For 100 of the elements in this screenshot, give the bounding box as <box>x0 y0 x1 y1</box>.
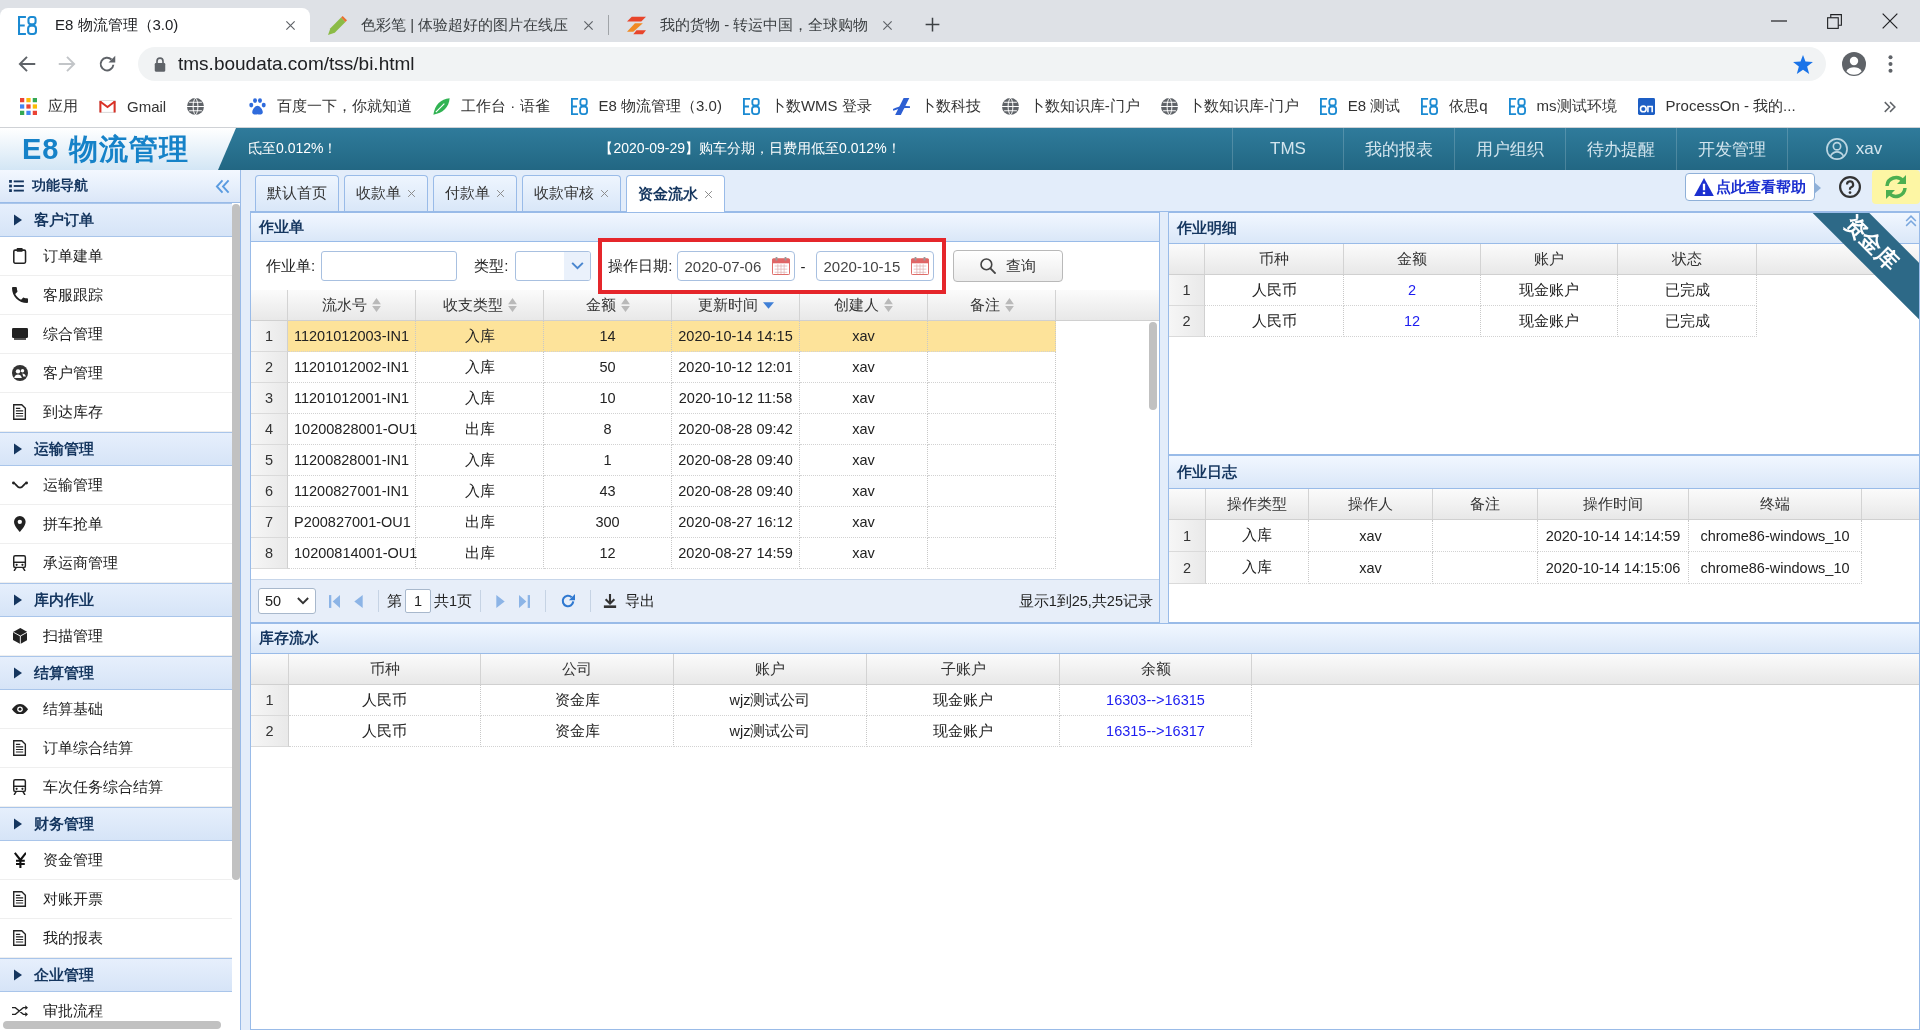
nav-item[interactable]: 对账开票 <box>0 880 232 919</box>
nav-link[interactable]: 用户组织 <box>1454 128 1565 170</box>
bookmark[interactable]: Gmail <box>91 92 175 121</box>
table-row[interactable]: 5 11200828001-IN1 入库 1 2020-08-28 09:40 xav <box>251 445 1056 476</box>
star-icon[interactable] <box>1793 54 1813 74</box>
last-page-icon[interactable] <box>519 594 531 608</box>
plus-icon[interactable] <box>925 17 940 32</box>
nav-group[interactable]: 运输管理 <box>0 432 232 466</box>
more-icon[interactable] <box>1888 55 1893 73</box>
nav-item[interactable]: 综合管理 <box>0 315 232 354</box>
nav-link[interactable]: 待办提醒 <box>1565 128 1676 170</box>
restore-icon[interactable] <box>1827 13 1842 29</box>
nav-group[interactable]: 客户订单 <box>0 203 232 237</box>
column-header[interactable]: 收支类型 <box>416 290 544 320</box>
chevrons-right-icon[interactable] <box>1884 100 1896 113</box>
column-header: 操作人 <box>1309 489 1433 519</box>
table-row[interactable]: 2 11201012002-IN1 入库 50 2020-10-12 12:01 xav <box>251 352 1056 383</box>
nav-group[interactable]: 库内作业 <box>0 583 232 617</box>
users-icon <box>12 365 28 381</box>
workspace-tab[interactable]: 默认首页 <box>255 175 339 211</box>
collapse-icon[interactable] <box>215 178 230 194</box>
slanted-bars-icon <box>627 15 646 35</box>
workspace-tab[interactable]: 收款审核 <box>522 175 621 211</box>
bookmark[interactable]: E8 测试 <box>1311 92 1409 121</box>
table-cell: 12 <box>1344 306 1481 337</box>
table-cell: 人民币 <box>289 716 481 747</box>
nav-link[interactable]: TMS <box>1232 128 1343 170</box>
scrollbar-thumb[interactable] <box>3 1021 221 1029</box>
calendar-icon[interactable] <box>771 257 790 275</box>
reload-icon[interactable] <box>98 55 116 73</box>
browser-tab[interactable]: 我的货物 - 转运中国，全球购物 <box>609 8 907 42</box>
column-header: 操作类型 <box>1206 489 1309 519</box>
bookmark[interactable]: 卜数知识库-门户 <box>993 92 1148 121</box>
scrollbar-thumb[interactable] <box>232 204 240 880</box>
workspace-tab[interactable]: 资金流水 <box>626 175 725 212</box>
column-header: 子账户 <box>867 654 1060 684</box>
collapse-icon[interactable] <box>1905 215 1917 227</box>
table-cell: chrome86-windows_10 <box>1689 552 1862 584</box>
bookmark[interactable]: 卜数知识库-门户 <box>1152 92 1307 121</box>
workspace-tab[interactable]: 付款单 <box>433 175 517 211</box>
nav-item[interactable]: 客户管理 <box>0 354 232 393</box>
export-button[interactable]: 导出 <box>603 591 656 611</box>
back-icon[interactable] <box>18 55 36 73</box>
table-row[interactable]: 1 11201012003-IN1 入库 14 2020-10-14 14:15 xav <box>251 321 1056 352</box>
close-icon[interactable] <box>285 19 296 31</box>
page-size-select[interactable]: 50 <box>258 588 316 614</box>
yen-icon <box>13 852 27 868</box>
column-header[interactable]: 流水号 <box>288 290 416 320</box>
bookmark[interactable]: E8 物流管理（3.0) <box>562 92 730 121</box>
browser-tab[interactable]: 色彩笔 | 体验超好的图片在线压 <box>310 8 608 42</box>
table-cell: 12 <box>544 538 672 569</box>
first-page-icon[interactable] <box>329 594 340 608</box>
order-input[interactable] <box>321 251 458 281</box>
page-input[interactable]: 1 <box>405 589 431 613</box>
refresh-icon[interactable] <box>1872 170 1920 204</box>
column-header[interactable]: 金额 <box>544 290 672 320</box>
table-row[interactable]: 3 11201012001-IN1 入库 10 2020-10-12 11:58 xav <box>251 383 1056 414</box>
column-header: 币种 <box>289 654 481 684</box>
bookmark[interactable]: 卜数科技 <box>884 92 989 121</box>
table-row[interactable]: 8 10200814001-OU1 出库 12 2020-08-27 14:59 xav <box>251 538 1056 569</box>
browser-tab[interactable]: E8 物流管理（3.0) <box>0 8 310 42</box>
row-number: 8 <box>251 538 288 569</box>
caret-icon <box>14 667 22 679</box>
account-icon[interactable] <box>1842 52 1866 76</box>
column-header[interactable]: 备注 <box>928 290 1056 320</box>
nav-link[interactable]: 开发管理 <box>1676 128 1787 170</box>
table-row[interactable]: 4 10200828001-OU1 出库 8 2020-08-28 09:42 xav <box>251 414 1056 445</box>
date-field[interactable]: 2020-10-15 <box>815 251 934 281</box>
column-header[interactable]: 更新时间 <box>672 290 800 320</box>
scrollbar-thumb[interactable] <box>1149 322 1157 410</box>
table-row[interactable]: 6 11200827001-IN1 入库 43 2020-08-28 09:40 xav <box>251 476 1056 507</box>
workspace-tab[interactable]: 收款单 <box>344 175 428 211</box>
previous-page-icon[interactable] <box>354 594 363 608</box>
bookmark[interactable]: ms测试环境 <box>1500 92 1625 121</box>
search-button[interactable]: 查询 <box>952 250 1063 282</box>
nav-group[interactable]: 财务管理 <box>0 807 232 841</box>
date-field[interactable]: 2020-07-06 <box>676 251 795 281</box>
help-icon[interactable] <box>1839 176 1861 198</box>
column-header[interactable]: 创建人 <box>800 290 928 320</box>
apps-icon <box>20 98 37 115</box>
bookmark[interactable]: ProcessOn - 我的... <box>1629 92 1804 121</box>
next-page-icon[interactable] <box>496 594 506 608</box>
nav-item[interactable]: 资金管理 <box>0 841 232 880</box>
panel-title: 库存流水 <box>259 629 319 648</box>
type-select[interactable] <box>515 251 592 281</box>
row-number: 1 <box>1169 275 1205 306</box>
bookmark[interactable]: 应用 <box>12 92 86 121</box>
nav-group[interactable]: 结算管理 <box>0 656 232 690</box>
address-field[interactable]: tms.boudata.com/tss/bi.html <box>138 47 1826 81</box>
close-icon[interactable] <box>1882 13 1898 29</box>
bookmark[interactable]: 工作台 · 语雀 <box>425 92 558 121</box>
bookmark[interactable]: 依思q <box>1413 92 1496 121</box>
bookmark[interactable]: 百度一下，你就知道 <box>241 92 421 121</box>
nav-group[interactable]: 企业管理 <box>0 958 232 992</box>
row-number: 3 <box>251 383 288 414</box>
refresh-icon[interactable] <box>561 594 576 608</box>
bookmark[interactable]: 卜数WMS 登录 <box>734 92 880 121</box>
calendar-icon[interactable] <box>910 257 929 275</box>
nav-link[interactable]: 我的报表 <box>1343 128 1454 170</box>
table-row[interactable]: 7 P200827001-OU1 出库 300 2020-08-27 16:12 xav <box>251 507 1056 538</box>
